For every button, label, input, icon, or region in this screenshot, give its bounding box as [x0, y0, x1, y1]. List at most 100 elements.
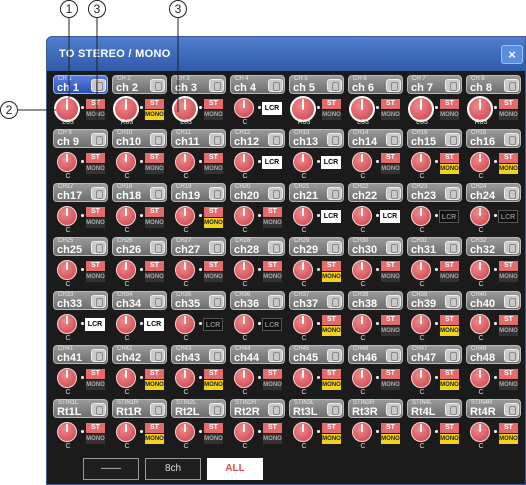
st-button[interactable]: ST [263, 369, 282, 379]
pan-knob[interactable] [234, 260, 254, 280]
mono-button[interactable]: MONO [204, 380, 223, 390]
st-button[interactable]: ST [204, 153, 223, 163]
channel-select-button[interactable]: CH34 ch34 [112, 291, 167, 310]
st-button[interactable]: ST [381, 315, 400, 325]
mono-button[interactable]: MONO [263, 380, 282, 390]
mono-button[interactable]: MONO [145, 434, 164, 444]
channel-select-button[interactable]: CH13 ch13 [289, 129, 344, 148]
st-button[interactable]: ST [499, 423, 518, 433]
mono-button[interactable]: MONO [381, 110, 400, 120]
st-button[interactable]: ST [145, 423, 164, 433]
st-button[interactable]: ST [322, 261, 341, 271]
mono-button[interactable]: MONO [86, 272, 105, 282]
channel-select-button[interactable]: CH38 ch38 [348, 291, 403, 310]
mono-button[interactable]: MONO [86, 434, 105, 444]
mono-button[interactable]: MONO [86, 110, 105, 120]
lcr-button[interactable]: LCR [85, 318, 105, 331]
st-button[interactable]: ST [145, 369, 164, 379]
mono-button[interactable]: MONO [499, 326, 518, 336]
st-button[interactable]: ST [145, 99, 164, 109]
pan-knob[interactable] [293, 206, 313, 226]
pan-knob[interactable] [116, 314, 136, 334]
channel-select-button[interactable]: STIN4R Rt4R [466, 399, 521, 418]
mono-button[interactable]: MONO [381, 380, 400, 390]
pan-knob[interactable] [411, 260, 431, 280]
mono-button[interactable]: MONO [499, 380, 518, 390]
mono-button[interactable]: MONO [322, 434, 341, 444]
channel-select-button[interactable]: CH35 ch35 [171, 291, 226, 310]
st-button[interactable]: ST [322, 315, 341, 325]
st-button[interactable]: ST [204, 99, 223, 109]
st-button[interactable]: ST [263, 261, 282, 271]
mono-button[interactable]: MONO [204, 164, 223, 174]
pan-knob[interactable] [293, 152, 313, 172]
st-button[interactable]: ST [86, 207, 105, 217]
channel-select-button[interactable]: CH 8 ch 8 [466, 75, 521, 94]
mono-button[interactable]: MONO [381, 272, 400, 282]
st-button[interactable]: ST [381, 153, 400, 163]
mono-button[interactable]: MONO [381, 164, 400, 174]
pan-knob[interactable] [234, 422, 254, 442]
st-button[interactable]: ST [204, 369, 223, 379]
st-button[interactable]: ST [86, 153, 105, 163]
pan-knob[interactable] [234, 98, 254, 118]
pan-knob[interactable] [57, 206, 77, 226]
channel-select-button[interactable]: CH16 ch16 [466, 129, 521, 148]
st-button[interactable]: ST [499, 369, 518, 379]
pan-knob[interactable] [57, 260, 77, 280]
channel-select-button[interactable]: CH37 ch37 [289, 291, 344, 310]
mono-button[interactable]: MONO [145, 272, 164, 282]
st-button[interactable]: ST [381, 261, 400, 271]
mono-button[interactable]: MONO [86, 380, 105, 390]
st-button[interactable]: ST [499, 315, 518, 325]
st-button[interactable]: ST [381, 423, 400, 433]
mono-button[interactable]: MONO [263, 272, 282, 282]
pan-knob[interactable] [470, 260, 490, 280]
mono-button[interactable]: MONO [145, 218, 164, 228]
st-button[interactable]: ST [440, 423, 459, 433]
st-button[interactable]: ST [499, 261, 518, 271]
channel-select-button[interactable]: CH17 ch17 [53, 183, 108, 202]
tab-all[interactable]: ALL [207, 458, 263, 480]
channel-select-button[interactable]: CH39 ch39 [407, 291, 462, 310]
pan-knob[interactable] [352, 152, 372, 172]
st-button[interactable]: ST [499, 99, 518, 109]
st-button[interactable]: ST [440, 369, 459, 379]
st-button[interactable]: ST [322, 369, 341, 379]
mono-button[interactable]: MONO [204, 110, 223, 120]
mono-button[interactable]: MONO [145, 380, 164, 390]
pan-knob[interactable] [57, 314, 77, 334]
channel-select-button[interactable]: CH10 ch10 [112, 129, 167, 148]
channel-select-button[interactable]: CH 6 ch 6 [348, 75, 403, 94]
lcr-button[interactable]: LCR [144, 318, 164, 331]
pan-knob[interactable] [293, 368, 313, 388]
pan-knob[interactable] [234, 368, 254, 388]
channel-select-button[interactable]: CH42 ch42 [112, 345, 167, 364]
mono-button[interactable]: MONO [322, 380, 341, 390]
mono-button[interactable]: MONO [86, 218, 105, 228]
pan-knob[interactable] [352, 260, 372, 280]
st-button[interactable]: ST [86, 369, 105, 379]
st-button[interactable]: ST [204, 423, 223, 433]
pan-knob[interactable] [175, 206, 195, 226]
lcr-button[interactable]: LCR [321, 210, 341, 223]
mono-button[interactable]: MONO [381, 434, 400, 444]
channel-select-button[interactable]: CH36 ch36 [230, 291, 285, 310]
mono-button[interactable]: MONO [440, 380, 459, 390]
pan-knob[interactable] [116, 260, 136, 280]
st-button[interactable]: ST [440, 153, 459, 163]
lcr-button[interactable]: LCR [380, 210, 400, 223]
channel-select-button[interactable]: CH19 ch19 [171, 183, 226, 202]
pan-knob[interactable] [175, 152, 195, 172]
channel-select-button[interactable]: CH 9 ch 9 [53, 129, 108, 148]
mono-button[interactable]: MONO [204, 434, 223, 444]
channel-select-button[interactable]: CH45 ch45 [289, 345, 344, 364]
pan-knob[interactable] [293, 260, 313, 280]
channel-select-button[interactable]: CH 2 ch 2 [112, 75, 167, 94]
pan-knob[interactable] [116, 152, 136, 172]
channel-select-button[interactable]: CH32 ch32 [466, 237, 521, 256]
mono-button[interactable]: MONO [322, 326, 341, 336]
channel-select-button[interactable]: CH11 ch11 [171, 129, 226, 148]
channel-select-button[interactable]: CH27 ch27 [171, 237, 226, 256]
channel-select-button[interactable]: CH46 ch46 [348, 345, 403, 364]
